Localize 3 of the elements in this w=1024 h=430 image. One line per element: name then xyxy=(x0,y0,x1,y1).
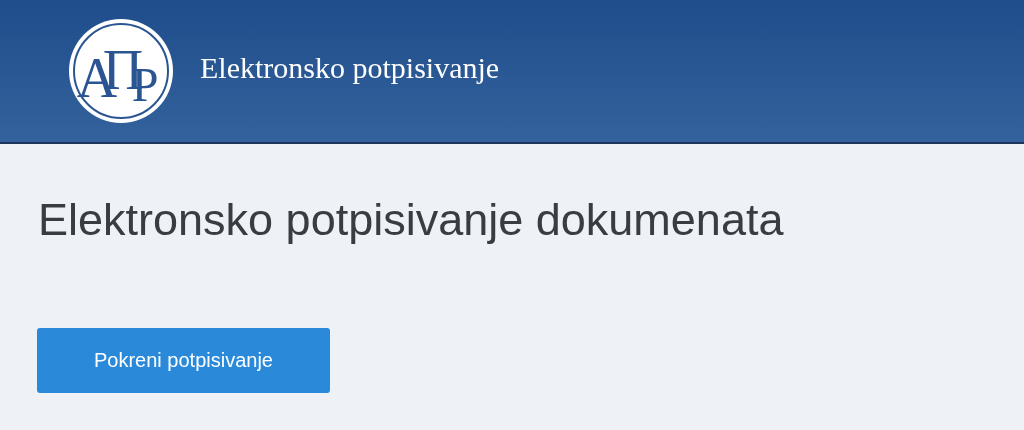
site-title: Elektronsko potpisivanje xyxy=(200,51,500,85)
page-heading: Elektronsko potpisivanje dokumenata xyxy=(38,193,785,247)
start-signing-button[interactable]: Pokreni potpisivanje xyxy=(37,328,330,393)
